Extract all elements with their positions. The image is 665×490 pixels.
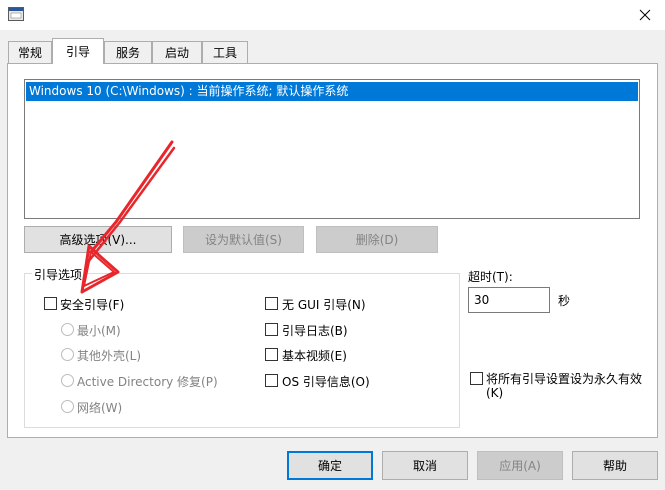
button-label: 帮助 bbox=[602, 459, 627, 473]
network-label: 网络(W) bbox=[77, 401, 123, 415]
help-button[interactable]: 帮助 bbox=[572, 451, 658, 480]
base-video-label: 基本视频(E) bbox=[282, 349, 347, 363]
tab-services[interactable]: 服务 bbox=[104, 41, 152, 63]
no-gui-boot-label: 无 GUI 引导(N) bbox=[282, 298, 366, 312]
timeout-input[interactable]: 30 bbox=[468, 287, 550, 313]
boot-log-label: 引导日志(B) bbox=[282, 324, 348, 338]
make-permanent-checkbox[interactable] bbox=[470, 372, 483, 385]
tab-label: 服务 bbox=[115, 46, 140, 60]
safe-boot-checkbox[interactable] bbox=[44, 297, 57, 310]
active-directory-label: Active Directory 修复(P) bbox=[77, 375, 218, 389]
base-video-checkbox[interactable] bbox=[265, 348, 278, 361]
tab-general[interactable]: 常规 bbox=[8, 41, 52, 63]
button-label: 删除(D) bbox=[355, 233, 399, 247]
close-button[interactable] bbox=[625, 0, 665, 30]
button-label: 高级选项(V)... bbox=[59, 233, 137, 247]
alternate-shell-label: 其他外壳(L) bbox=[77, 349, 142, 363]
button-label: 设为默认值(S) bbox=[205, 233, 282, 247]
safe-boot-label: 安全引导(F) bbox=[60, 298, 125, 312]
ok-button[interactable]: 确定 bbox=[287, 451, 373, 480]
timeout-label: 超时(T): bbox=[468, 270, 513, 284]
close-icon bbox=[639, 9, 651, 21]
tab-label: 启动 bbox=[164, 46, 189, 60]
make-permanent-label: 将所有引导设置设为永久有效 bbox=[486, 372, 643, 386]
os-list-item[interactable]: Windows 10 (C:\Windows) : 当前操作系统; 默认操作系统 bbox=[26, 82, 638, 101]
os-boot-info-checkbox[interactable] bbox=[265, 374, 278, 387]
delete-button[interactable]: 删除(D) bbox=[316, 226, 438, 253]
active-directory-radio[interactable] bbox=[61, 374, 74, 387]
button-label: 确定 bbox=[317, 459, 342, 473]
no-gui-boot-checkbox[interactable] bbox=[265, 297, 278, 310]
network-radio[interactable] bbox=[61, 400, 74, 413]
advanced-options-button[interactable]: 高级选项(V)... bbox=[24, 226, 172, 253]
button-label: 取消 bbox=[412, 459, 437, 473]
os-listbox[interactable]: Windows 10 (C:\Windows) : 当前操作系统; 默认操作系统 bbox=[24, 79, 640, 219]
tab-tools[interactable]: 工具 bbox=[202, 41, 248, 63]
tab-startup[interactable]: 启动 bbox=[152, 41, 202, 63]
make-permanent-label-hotkey: (K) bbox=[486, 386, 504, 400]
tab-label: 工具 bbox=[212, 46, 237, 60]
button-label: 应用(A) bbox=[499, 459, 541, 473]
minimal-label: 最小(M) bbox=[77, 324, 121, 338]
apply-button[interactable]: 应用(A) bbox=[477, 451, 563, 480]
cancel-button[interactable]: 取消 bbox=[382, 451, 468, 480]
boot-log-checkbox[interactable] bbox=[265, 323, 278, 336]
minimal-radio[interactable] bbox=[61, 323, 74, 336]
timeout-unit-label: 秒 bbox=[558, 294, 571, 308]
tab-boot[interactable]: 引导 bbox=[52, 38, 104, 64]
tab-label: 引导 bbox=[65, 45, 90, 59]
boot-options-label: 引导选项 bbox=[32, 266, 85, 283]
set-default-button[interactable]: 设为默认值(S) bbox=[183, 226, 304, 253]
tab-label: 常规 bbox=[17, 46, 42, 60]
title-bar bbox=[0, 0, 665, 30]
os-boot-info-label: OS 引导信息(O) bbox=[282, 375, 370, 389]
alternate-shell-radio[interactable] bbox=[61, 348, 74, 361]
window-app-icon bbox=[8, 7, 24, 21]
